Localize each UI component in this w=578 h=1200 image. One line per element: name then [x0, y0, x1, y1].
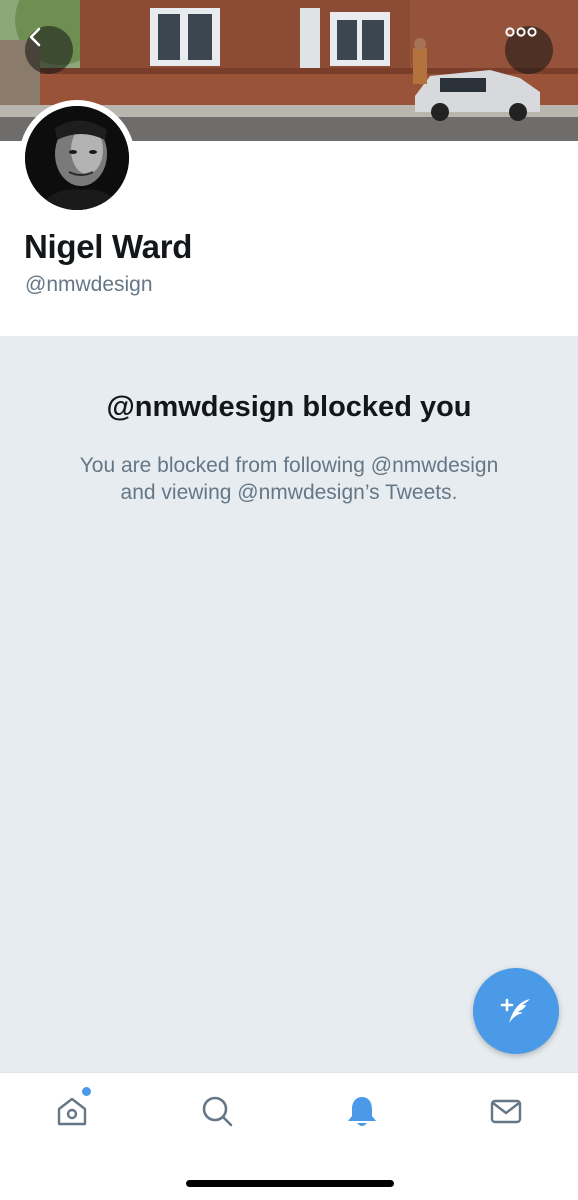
chevron-left-icon	[29, 27, 41, 47]
compose-tweet-button[interactable]	[473, 968, 559, 1054]
tab-search[interactable]	[197, 1091, 237, 1131]
mail-icon	[490, 1099, 522, 1124]
home-icon	[57, 1097, 87, 1126]
back-button[interactable]	[25, 26, 73, 74]
blocked-title: @nmwdesign blocked you	[106, 391, 472, 423]
home-indicator[interactable]	[186, 1180, 394, 1187]
bell-icon	[348, 1097, 376, 1126]
blocked-message: You are blocked from following @nmwdesig…	[0, 452, 578, 506]
more-horizontal-icon	[505, 27, 537, 37]
tab-home[interactable]	[52, 1091, 92, 1131]
tab-messages[interactable]	[486, 1091, 526, 1131]
blocked-notice-panel	[0, 336, 578, 1072]
tab-notifications[interactable]	[342, 1091, 382, 1131]
blocked-message-line-1: You are blocked from following @nmwdesig…	[79, 454, 499, 477]
avatar-photo	[25, 106, 129, 210]
more-options-button[interactable]	[505, 26, 553, 74]
profile-handle: @nmwdesign	[25, 273, 153, 296]
profile-display-name: Nigel Ward	[24, 228, 193, 265]
search-icon	[202, 1096, 233, 1127]
avatar[interactable]	[19, 100, 135, 216]
home-notification-dot	[82, 1087, 91, 1096]
blocked-message-line-2: and viewing @nmwdesign’s Tweets.	[120, 481, 458, 504]
compose-tweet-icon	[500, 998, 530, 1023]
